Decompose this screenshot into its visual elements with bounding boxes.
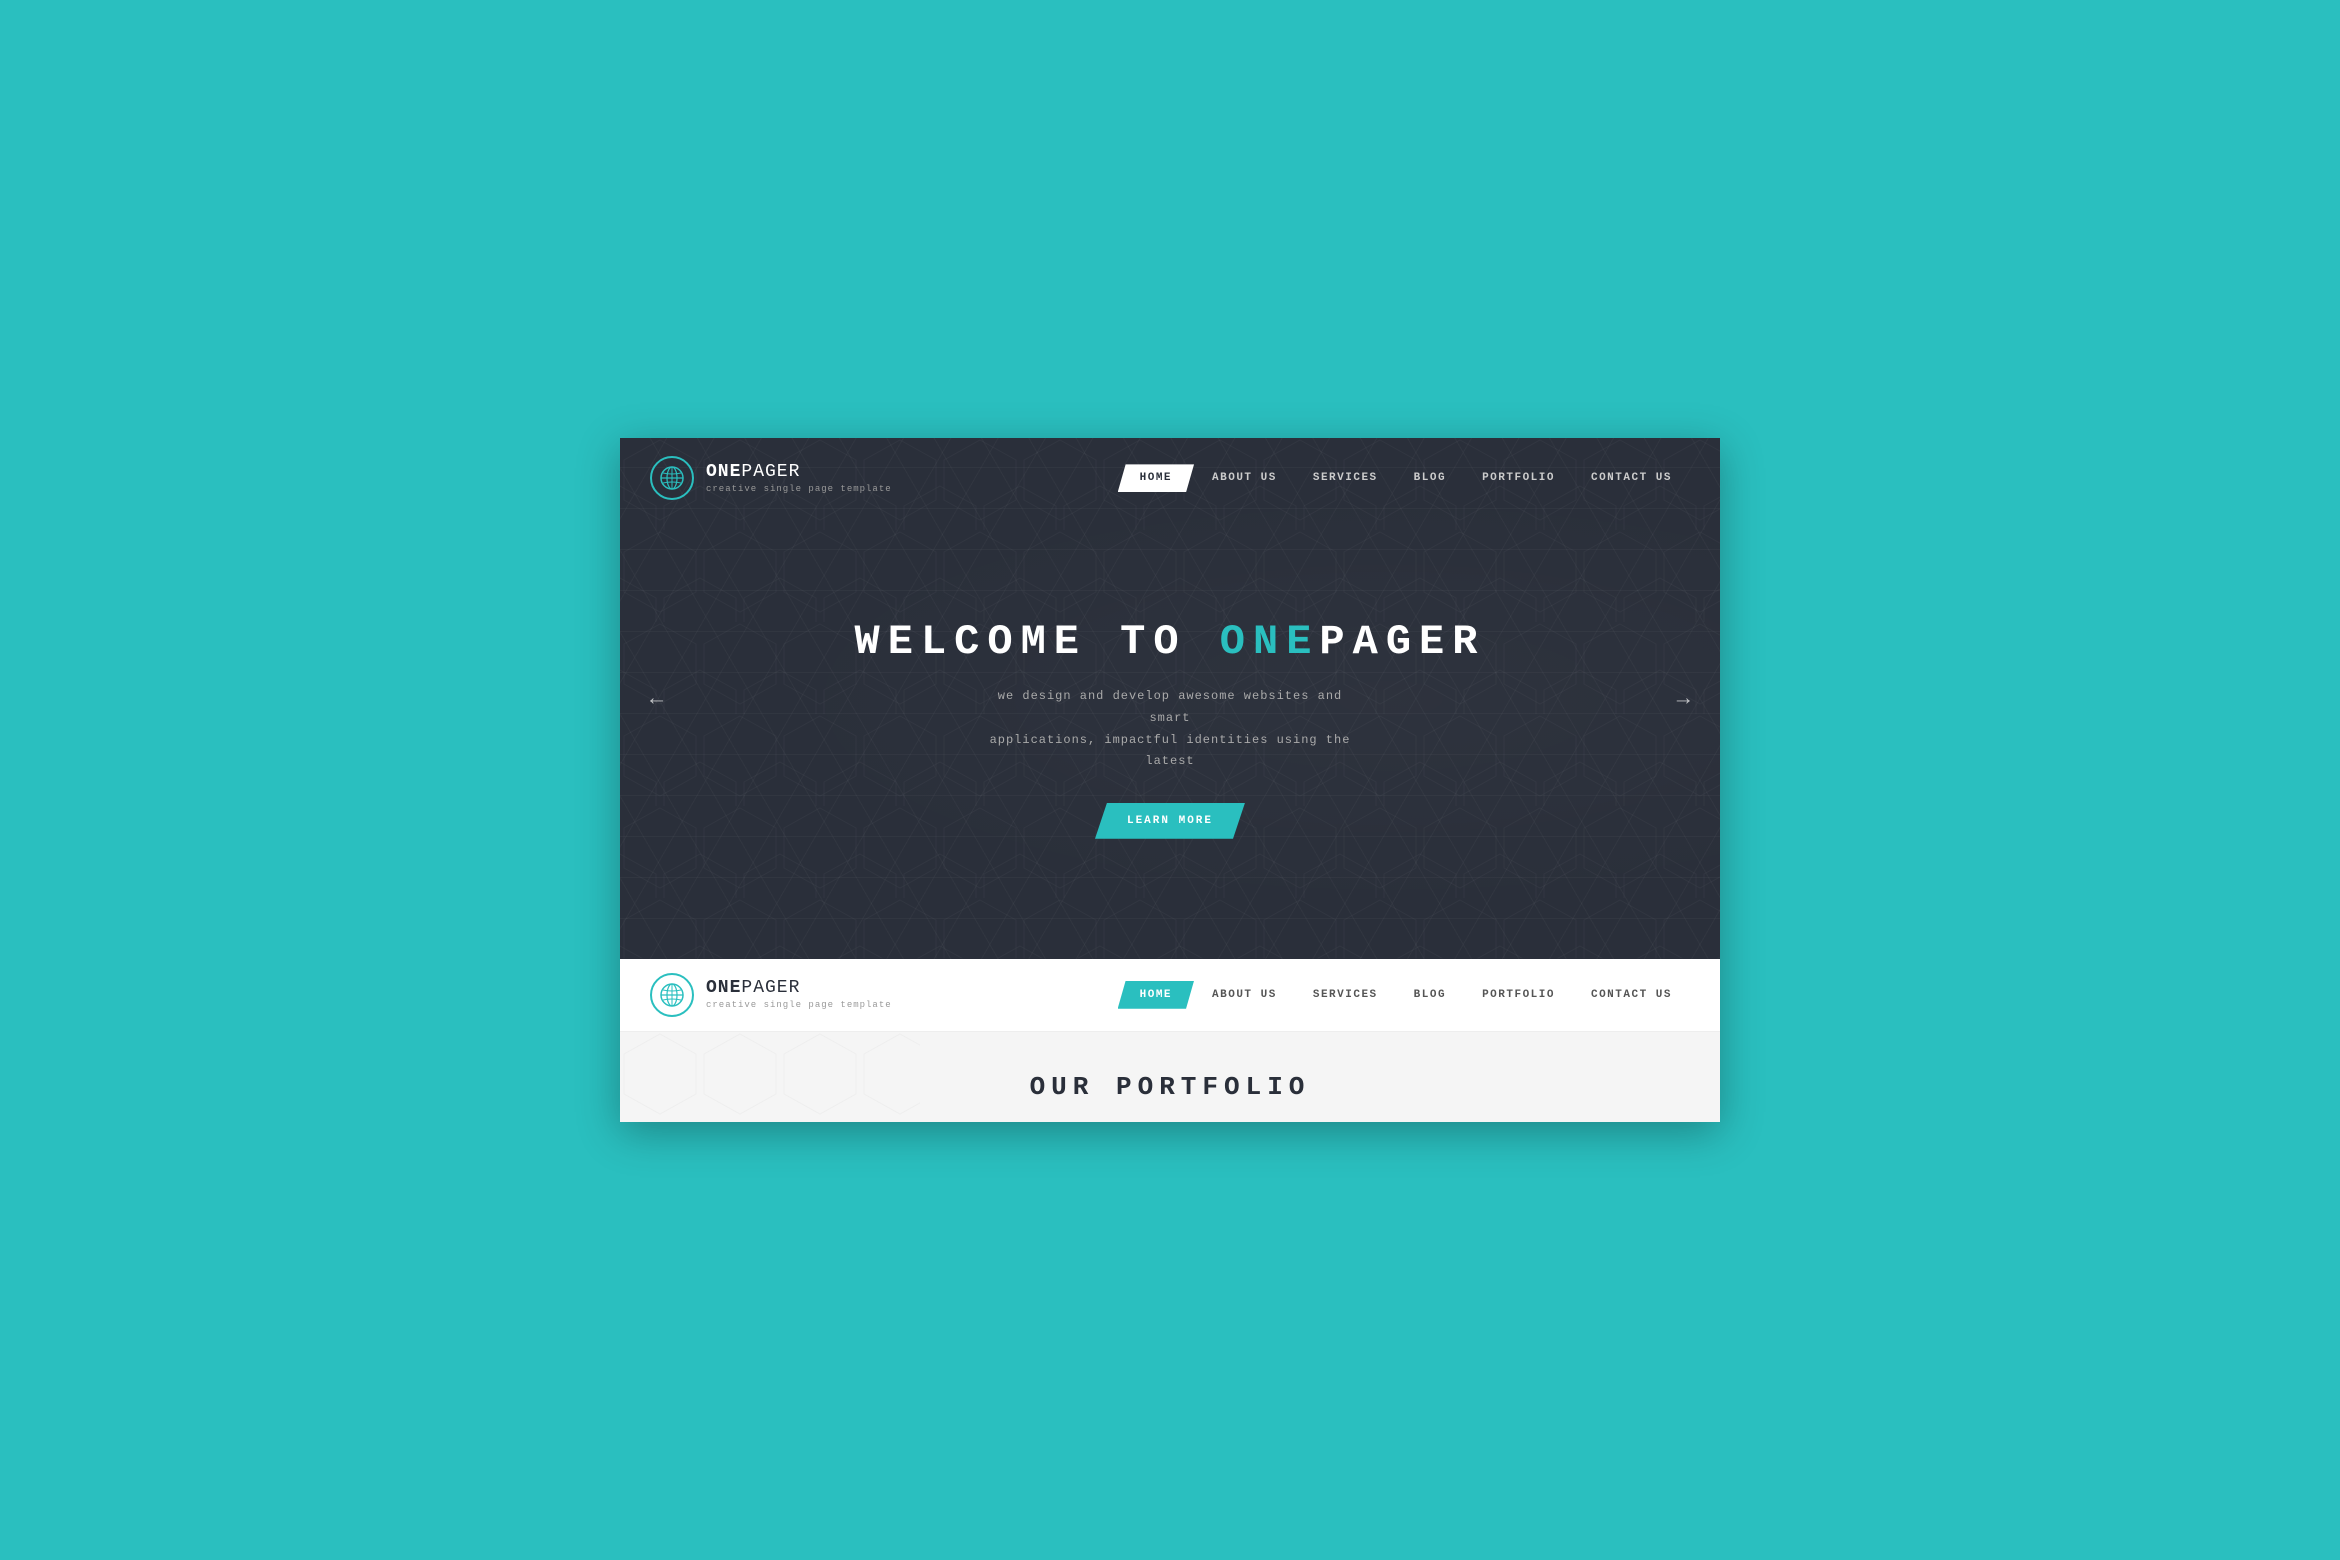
white-logo-circle bbox=[650, 973, 694, 1017]
logo-one: ONE bbox=[706, 462, 741, 484]
carousel-next-button[interactable]: → bbox=[1667, 676, 1700, 721]
hero-title: WELCOME TO ONEPAGER bbox=[855, 618, 1486, 666]
hero-title-prefix: WELCOME TO bbox=[855, 618, 1220, 666]
dark-nav-links: HOME ABOUT US SERVICES BLOG PORTFOLIO CO… bbox=[1118, 464, 1690, 492]
hero-title-suffix: PAGER bbox=[1319, 618, 1485, 666]
white-logo-sub: creative single page template bbox=[706, 1000, 892, 1011]
dark-nav-blog[interactable]: BLOG bbox=[1396, 464, 1464, 492]
hero-content: WELCOME TO ONEPAGER we design and develo… bbox=[620, 518, 1720, 958]
hero-title-highlight: ONE bbox=[1220, 618, 1320, 666]
white-logo-text-block: ONE PAGER creative single page template bbox=[706, 978, 892, 1010]
white-globe-icon bbox=[659, 982, 685, 1008]
white-nav-about[interactable]: ABOUT US bbox=[1194, 981, 1295, 1009]
dark-navbar: ONE PAGER creative single page template … bbox=[620, 438, 1720, 518]
dark-nav-home[interactable]: HOME bbox=[1118, 464, 1194, 492]
portfolio-title: OUR PORTFOLIO bbox=[650, 1072, 1690, 1102]
white-nav-contact[interactable]: CONTACT US bbox=[1573, 981, 1690, 1009]
logo-pager: PAGER bbox=[741, 462, 800, 484]
white-nav-services[interactable]: SERVICES bbox=[1295, 981, 1396, 1009]
white-logo-area: ONE PAGER creative single page template bbox=[650, 973, 892, 1017]
white-logo-one: ONE bbox=[706, 978, 741, 1000]
white-header: ONE PAGER creative single page template … bbox=[620, 959, 1720, 1032]
logo-area: ONE PAGER creative single page template bbox=[650, 456, 892, 500]
white-logo-pager: PAGER bbox=[741, 978, 800, 1000]
learn-more-button[interactable]: LEARN MORE bbox=[1095, 803, 1245, 839]
dark-nav-services[interactable]: SERVICES bbox=[1295, 464, 1396, 492]
globe-icon bbox=[659, 465, 685, 491]
white-nav-portfolio[interactable]: PORTFOLIO bbox=[1464, 981, 1573, 1009]
logo-sub: creative single page template bbox=[706, 484, 892, 495]
white-nav-home[interactable]: HOME bbox=[1118, 981, 1194, 1009]
logo-text-block: ONE PAGER creative single page template bbox=[706, 462, 892, 494]
white-nav-blog[interactable]: BLOG bbox=[1396, 981, 1464, 1009]
browser-window: ONE PAGER creative single page template … bbox=[620, 438, 1720, 1121]
hero-subtitle: we design and develop awesome websites a… bbox=[980, 686, 1360, 772]
carousel-prev-button[interactable]: ← bbox=[640, 676, 673, 721]
logo-circle bbox=[650, 456, 694, 500]
portfolio-section: OUR PORTFOLIO bbox=[620, 1032, 1720, 1122]
white-nav-links: HOME ABOUT US SERVICES BLOG PORTFOLIO CO… bbox=[1118, 981, 1690, 1009]
dark-nav-about[interactable]: ABOUT US bbox=[1194, 464, 1295, 492]
dark-nav-portfolio[interactable]: PORTFOLIO bbox=[1464, 464, 1573, 492]
dark-nav-contact[interactable]: CONTACT US bbox=[1573, 464, 1690, 492]
hero-section: ONE PAGER creative single page template … bbox=[620, 438, 1720, 958]
